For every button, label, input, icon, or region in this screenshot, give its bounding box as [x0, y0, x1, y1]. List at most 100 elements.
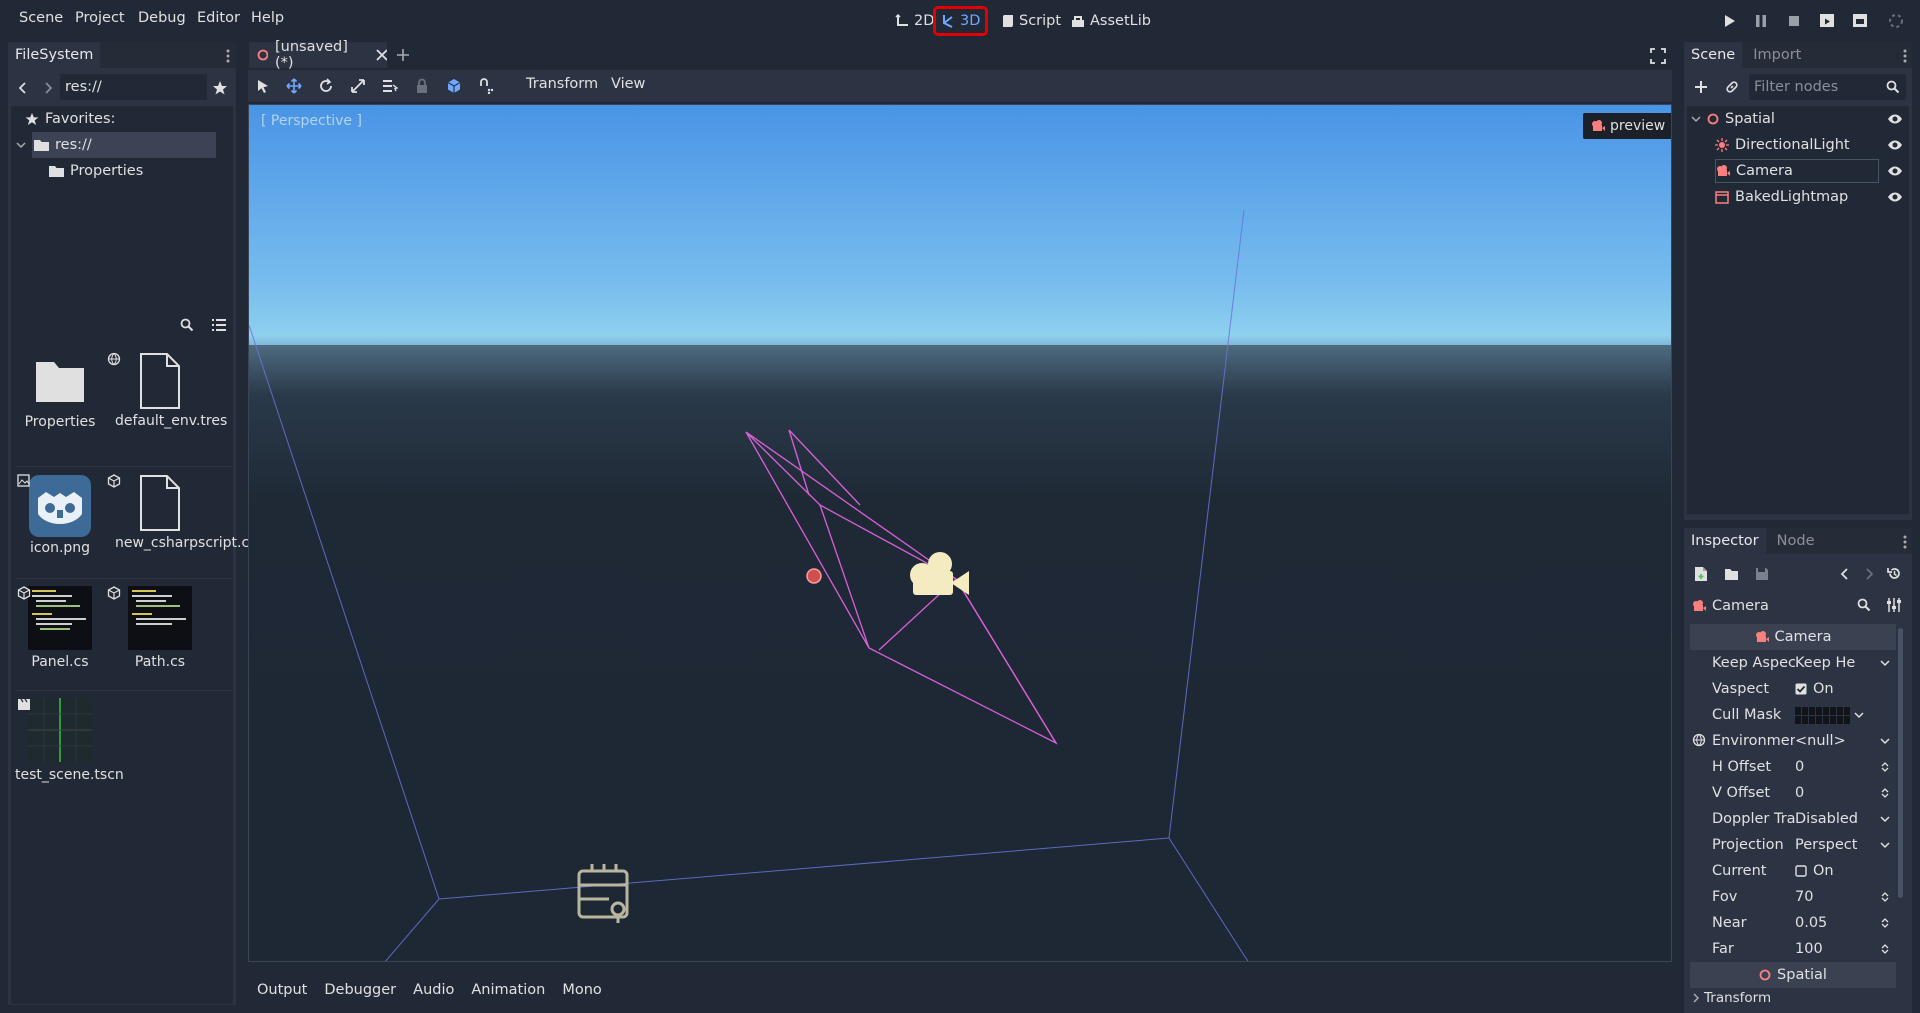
open-folder-icon[interactable]	[1724, 567, 1740, 581]
menu-dots-icon[interactable]	[1902, 49, 1908, 63]
property-value[interactable]: 0	[1795, 759, 1896, 775]
property-value[interactable]: On	[1795, 681, 1896, 697]
tree-node-bakedlightmap[interactable]: BakedLightmap	[1687, 184, 1909, 210]
stop-icon[interactable]	[1785, 12, 1803, 30]
local-space-icon[interactable]	[446, 78, 462, 94]
play-icon[interactable]	[1720, 12, 1738, 30]
tab-mono[interactable]: Mono	[562, 982, 601, 998]
tree-node-spatial[interactable]: Spatial	[1687, 106, 1909, 132]
search-icon[interactable]	[1886, 80, 1900, 94]
spinner-arrows-icon[interactable]	[1880, 943, 1890, 955]
close-icon[interactable]	[376, 49, 387, 61]
menu-editor[interactable]: Editor	[197, 10, 240, 32]
menu-debug[interactable]: Debug	[138, 10, 186, 32]
visibility-eye-icon[interactable]	[1887, 191, 1903, 203]
inspector-scrollbar[interactable]	[1898, 628, 1903, 898]
tree-root[interactable]: res://	[11, 132, 233, 158]
mode-assetlib-button[interactable]: AssetLib	[1066, 9, 1156, 33]
tab-audio[interactable]: Audio	[413, 982, 454, 998]
property-value[interactable]: Keep He	[1795, 655, 1896, 671]
section-transform[interactable]: Transform	[1690, 988, 1896, 1008]
layer-mask-grid[interactable]	[1795, 706, 1865, 724]
mode-2d-button[interactable]: 2D	[890, 9, 939, 33]
menu-scene[interactable]: Scene	[19, 10, 63, 32]
chevron-down-icon[interactable]	[1880, 813, 1890, 825]
tab-scene[interactable]: Scene	[1684, 42, 1743, 68]
tree-properties-folder[interactable]: Properties	[11, 158, 233, 184]
file-search-field[interactable]	[11, 312, 201, 338]
tab-filesystem[interactable]: FileSystem	[8, 42, 101, 68]
fullscreen-icon[interactable]	[1650, 48, 1666, 64]
list-select-icon[interactable]	[382, 78, 398, 94]
tree-node-camera[interactable]: Camera	[1687, 158, 1909, 184]
visibility-eye-icon[interactable]	[1887, 113, 1903, 125]
tab-output[interactable]: Output	[257, 982, 307, 998]
file-item[interactable]: test_scene.tscn	[15, 698, 124, 785]
preview-toggle[interactable]: preview	[1583, 113, 1671, 139]
menu-help[interactable]: Help	[251, 10, 284, 32]
object-history-icon[interactable]	[1887, 566, 1902, 581]
section-camera[interactable]: Camera	[1690, 624, 1896, 650]
camera-handle[interactable]	[806, 568, 822, 584]
history-back-icon[interactable]	[1840, 567, 1850, 581]
filter-nodes-field[interactable]: Filter nodes	[1749, 74, 1906, 100]
property-value[interactable]: 0.05	[1795, 915, 1896, 931]
lock-icon[interactable]	[415, 78, 429, 94]
mode-3d-button[interactable]: 3D	[932, 6, 989, 36]
file-item[interactable]: default_env.tres	[107, 352, 227, 431]
viewport-canvas[interactable]: [ Perspective ]	[249, 105, 1672, 962]
file-item[interactable]: Panel.cs	[15, 586, 105, 670]
file-item[interactable]: Properties	[15, 352, 105, 430]
snap-icon[interactable]	[478, 78, 494, 94]
back-arrow-icon[interactable]	[18, 81, 28, 95]
path-field[interactable]: res://	[60, 74, 207, 100]
tree-favorites[interactable]: Favorites:	[11, 106, 233, 132]
tree-node-directionallight[interactable]: DirectionalLight	[1687, 132, 1909, 158]
save-icon[interactable]	[1755, 567, 1769, 581]
property-value[interactable]: Perspect	[1795, 837, 1896, 853]
menu-project[interactable]: Project	[75, 10, 125, 32]
transform-menu[interactable]: Transform	[526, 76, 598, 92]
spinner-arrows-icon[interactable]	[1880, 761, 1890, 773]
checkbox-unchecked-icon[interactable]	[1795, 865, 1807, 877]
view-menu[interactable]: View	[611, 76, 645, 92]
property-value[interactable]: 0	[1795, 785, 1896, 801]
tab-import[interactable]: Import	[1746, 42, 1808, 68]
link-icon[interactable]	[1725, 80, 1739, 94]
3d-viewport[interactable]: [ Perspective ] preview	[248, 104, 1672, 962]
menu-dots-icon[interactable]	[225, 49, 231, 63]
tab-debugger[interactable]: Debugger	[324, 982, 396, 998]
search-icon[interactable]	[1857, 598, 1871, 612]
spinner-arrows-icon[interactable]	[1880, 891, 1890, 903]
scale-tool-icon[interactable]	[350, 78, 366, 94]
pause-icon[interactable]	[1752, 12, 1770, 30]
visibility-eye-icon[interactable]	[1887, 165, 1903, 177]
file-item[interactable]: Path.cs	[107, 586, 205, 670]
forward-arrow-icon[interactable]	[43, 81, 53, 95]
tools-icon[interactable]	[1886, 597, 1902, 613]
chevron-down-icon[interactable]	[1880, 735, 1890, 747]
property-value[interactable]: 70	[1795, 889, 1896, 905]
star-icon[interactable]	[212, 80, 228, 95]
tab-node[interactable]: Node	[1770, 528, 1822, 554]
spinner-arrows-icon[interactable]	[1880, 917, 1890, 929]
add-tab-icon[interactable]	[396, 48, 410, 62]
property-value[interactable]: <null>	[1795, 733, 1896, 749]
list-view-icon[interactable]	[212, 318, 226, 332]
select-tool-icon[interactable]	[256, 79, 270, 93]
visibility-eye-icon[interactable]	[1887, 139, 1903, 151]
play-scene-icon[interactable]	[1818, 12, 1836, 30]
spinner-arrows-icon[interactable]	[1880, 787, 1890, 799]
new-resource-icon[interactable]	[1694, 566, 1708, 582]
tab-inspector[interactable]: Inspector	[1684, 528, 1766, 554]
checkbox-checked-icon[interactable]	[1795, 683, 1807, 695]
move-tool-icon[interactable]	[286, 78, 302, 94]
search-icon[interactable]	[180, 318, 194, 332]
tab-animation[interactable]: Animation	[471, 982, 545, 998]
mode-script-button[interactable]: Script	[996, 9, 1066, 33]
menu-dots-icon[interactable]	[1902, 535, 1908, 549]
section-spatial[interactable]: Spatial	[1690, 962, 1896, 988]
file-item[interactable]: icon.png	[15, 474, 105, 556]
history-forward-icon[interactable]	[1864, 567, 1874, 581]
property-value[interactable]: Disabled	[1795, 811, 1896, 827]
